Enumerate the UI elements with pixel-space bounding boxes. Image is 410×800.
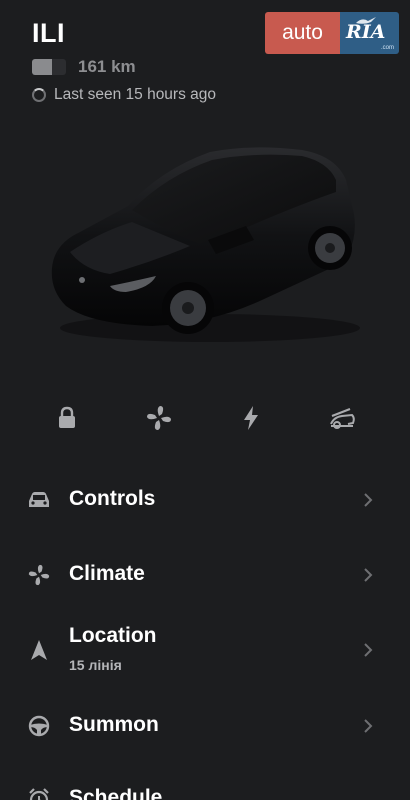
location-address: 15 лінія [69, 657, 122, 673]
menu-item-summon[interactable]: Summon [0, 696, 410, 756]
alarm-clock-icon [26, 786, 52, 800]
frunk-icon[interactable] [322, 398, 362, 438]
menu-item-location[interactable]: Location 15 лінія [0, 615, 410, 685]
menu-item-climate[interactable]: Climate [0, 545, 410, 605]
car-image [51, 147, 360, 342]
quick-actions-bar [0, 398, 410, 438]
fan-icon [26, 562, 52, 588]
loading-spinner-icon [32, 88, 46, 102]
fan-icon[interactable] [139, 398, 179, 438]
steering-wheel-icon [26, 713, 52, 739]
chevron-right-icon [364, 493, 373, 507]
logo-com-text: .com [380, 45, 394, 51]
logo-ria-block: RIA .com [340, 12, 399, 54]
lightning-icon[interactable] [231, 398, 271, 438]
stork-icon [356, 17, 376, 24]
chevron-right-icon [364, 568, 373, 582]
autoria-logo: auto RIA .com [265, 12, 399, 54]
menu-item-controls[interactable]: Controls [0, 470, 410, 530]
battery-icon [32, 59, 66, 75]
menu-label-climate: Climate [69, 562, 145, 585]
menu-label-schedule: Schedule [69, 786, 163, 800]
logo-auto-text: auto [265, 12, 340, 54]
menu-item-schedule[interactable]: Schedule [0, 771, 410, 800]
navigation-arrow-icon [26, 637, 52, 663]
car-icon [26, 487, 52, 513]
last-seen-row: Last seen 15 hours ago [32, 86, 216, 104]
chevron-right-icon [364, 719, 373, 733]
lock-icon[interactable] [47, 398, 87, 438]
menu-label-controls: Controls [69, 487, 156, 510]
menu-label-location: Location [69, 624, 157, 647]
battery-level-fill [32, 59, 53, 75]
last-seen-label: Last seen 15 hours ago [54, 86, 217, 103]
range-label: 161 km [78, 57, 136, 76]
range-row: 161 km [32, 57, 136, 77]
chevron-right-icon [364, 643, 373, 657]
menu-label-summon: Summon [69, 713, 159, 736]
car-name: ILI [32, 18, 65, 48]
